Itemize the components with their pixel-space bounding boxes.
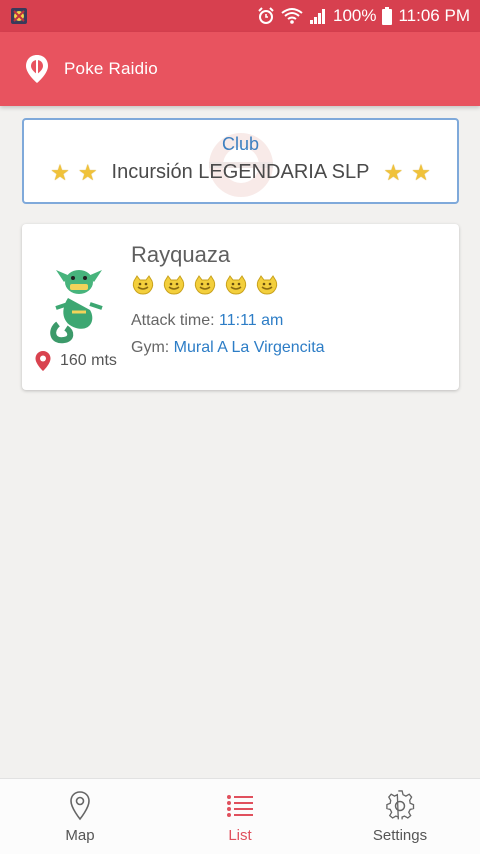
star-icon: ★: [411, 159, 431, 185]
app-title: Poke Raidio: [64, 59, 158, 78]
distance: 160 mts: [34, 350, 117, 372]
gym-label: Gym:: [131, 339, 170, 356]
gym-row: Gym: Mural A La Virgencita: [131, 339, 325, 357]
pokemon-name: Rayquaza: [131, 242, 231, 267]
attack-time-row: Attack time: 11:11 am: [131, 312, 283, 330]
distance-value: 160 mts: [60, 352, 117, 369]
attack-time-label: Attack time:: [131, 312, 215, 329]
map-pin-icon: [70, 791, 90, 821]
nav-list-label: List: [228, 827, 252, 844]
club-name: Incursión LEGENDARIA SLP: [111, 161, 370, 183]
raid-level-icon: [194, 275, 216, 295]
signal-icon: [310, 9, 325, 24]
raid-card[interactable]: Rayquaza Attack time: 11:11 am Gym: Mura…: [22, 224, 459, 390]
battery-icon: [382, 7, 393, 25]
star-icon: ★: [77, 159, 98, 185]
club-card[interactable]: Club ★ ★ Incursión LEGENDARIA SLP ★ ★: [22, 118, 459, 204]
location-pin-icon: [35, 351, 51, 371]
battery-percent: 100%: [333, 6, 377, 25]
gear-icon: [386, 790, 415, 820]
raid-difficulty: [131, 273, 279, 297]
app-bar: Poke Raidio: [0, 32, 480, 106]
list-icon: [227, 795, 253, 817]
alarm-icon: [258, 7, 274, 24]
nav-settings[interactable]: Settings: [320, 779, 480, 854]
raid-level-icon: [256, 275, 278, 295]
pokemon-image: [50, 270, 103, 344]
wifi-icon: [281, 8, 303, 24]
gym-name-link[interactable]: Mural A La Virgencita: [174, 339, 325, 356]
status-time: 11:06 PM: [398, 6, 470, 25]
raid-level-icon: [225, 275, 247, 295]
nav-list[interactable]: List: [160, 779, 320, 854]
app-logo-icon: [26, 55, 48, 83]
club-label: Club: [221, 134, 260, 154]
attack-time-value: 11:11 am: [219, 312, 284, 329]
star-icon: ★: [383, 159, 404, 185]
nav-map[interactable]: Map: [0, 779, 160, 854]
nav-map-label: Map: [65, 827, 95, 844]
raid-level-icon: [132, 275, 154, 295]
app-badge-icon: [11, 8, 27, 24]
nav-settings-label: Settings: [372, 827, 428, 844]
status-bar: 100% 11:06 PM: [0, 0, 480, 32]
raid-level-icon: [163, 275, 185, 295]
star-icon: ★: [50, 159, 70, 185]
bottom-nav: Map List Settings: [0, 778, 480, 854]
